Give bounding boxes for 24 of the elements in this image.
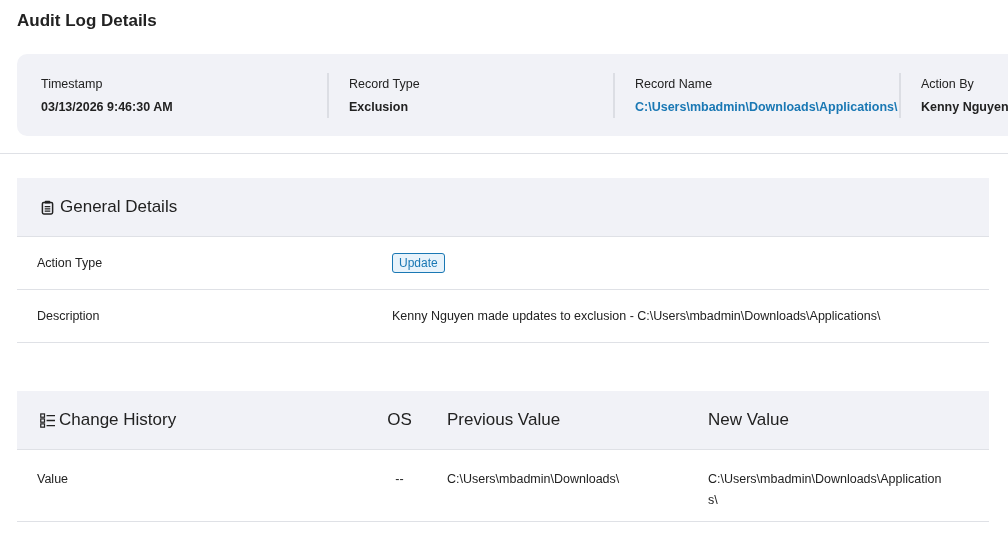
table-cell-text: Value	[37, 471, 69, 488]
page-title: Audit Log Details	[16, 10, 158, 32]
clipboard-icon	[41, 199, 54, 215]
section-title: Change History	[59, 410, 177, 430]
table-cell-text: C:\Users\mbadmin\Downloads\Applications\	[708, 471, 943, 509]
field-value: Kenny Nguyen	[921, 99, 1008, 114]
table-cell-text: C:\Users\mbadmin\Downloads\	[447, 471, 621, 488]
section-title: General Details	[60, 197, 178, 217]
row-label: Description	[36, 309, 101, 323]
field-label: Record Name	[635, 76, 714, 91]
column-header: OS	[386, 410, 413, 430]
field-label: Timestamp	[41, 76, 104, 91]
field-value: Exclusion	[349, 99, 410, 114]
record-link[interactable]: C:\Users\mbadmin\Downloads\Applications\	[635, 99, 899, 114]
description-text: Kenny Nguyen made updates to exclusion - C:\Users\mbadmin\Downloads\Applications\	[392, 309, 881, 323]
list-icon	[40, 412, 55, 428]
field-label: Record Type	[349, 76, 421, 91]
column-header: New Value	[708, 410, 790, 430]
field-value: 03/13/2026 9:46:30 AM	[41, 99, 174, 114]
field-label: Action By	[921, 76, 975, 91]
column-header: Previous Value	[447, 410, 562, 430]
action-type-badge: Update	[392, 253, 445, 273]
row-label: Action Type	[36, 256, 104, 270]
table-cell-text: --	[394, 471, 405, 488]
